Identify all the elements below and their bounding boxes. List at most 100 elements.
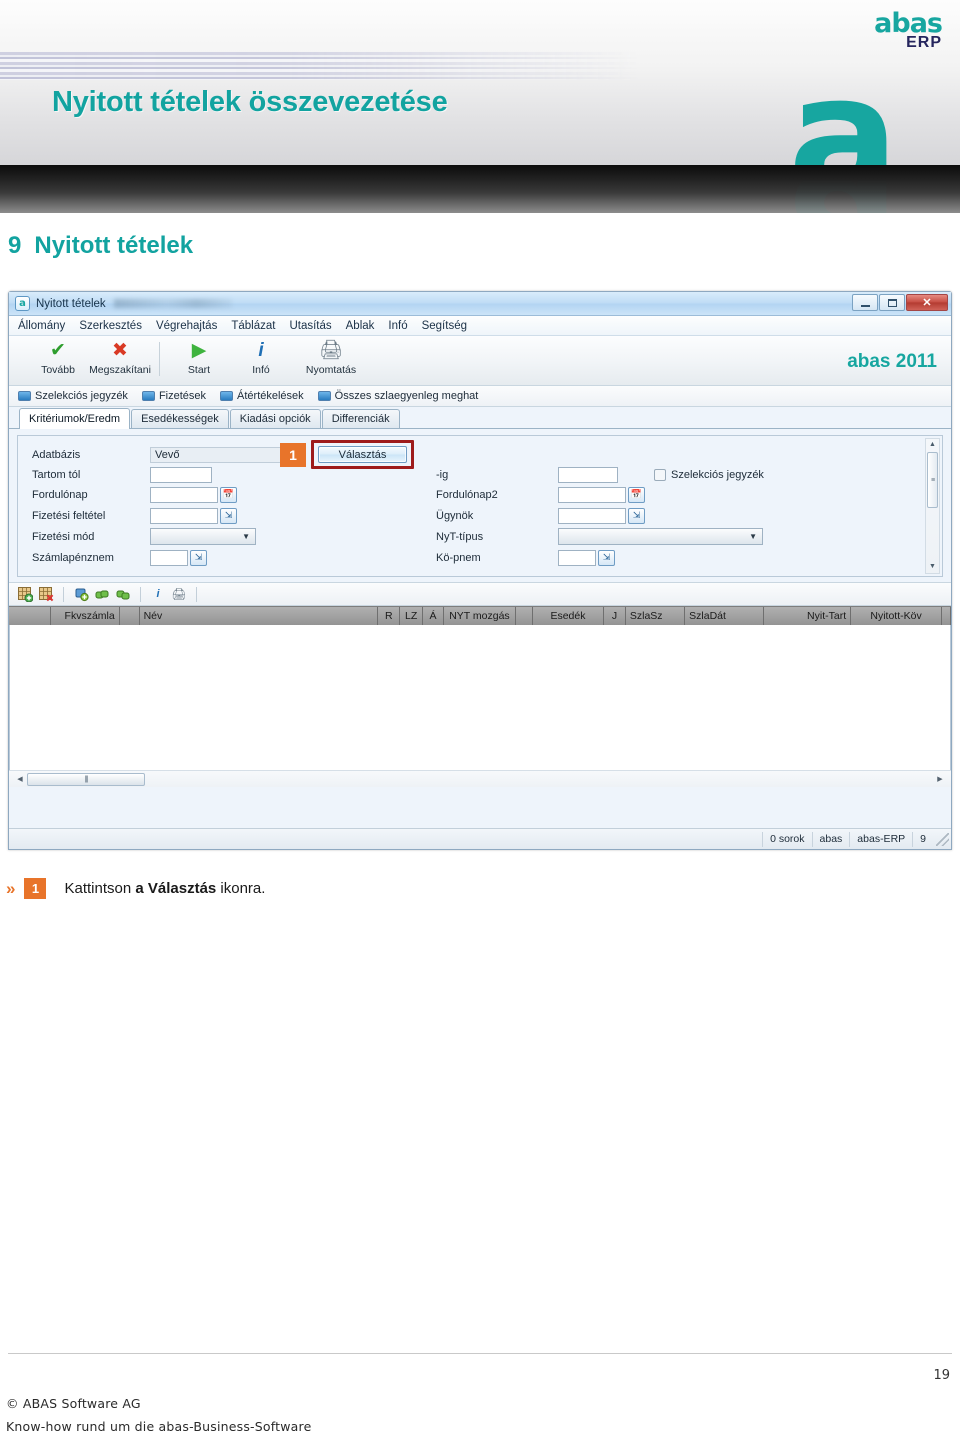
col-header-blank-4[interactable] (942, 607, 951, 625)
table-toolbar-separator-1 (63, 586, 64, 602)
col-header-nev[interactable]: Név (139, 607, 379, 625)
col-header-blank-1[interactable] (9, 607, 51, 625)
page-banner: abas ERP a Nyitott tételek összevezetése… (0, 0, 960, 213)
scroll-thumb[interactable]: ≡ (927, 452, 938, 508)
menu-item-szerkesztes[interactable]: Szerkesztés (79, 320, 142, 332)
close-button[interactable]: ✕ (906, 294, 948, 311)
info-icon[interactable]: i (150, 586, 166, 602)
tab-differenciak[interactable]: Differenciák (321, 409, 400, 428)
resize-grip-icon[interactable] (936, 832, 949, 846)
menu-item-segitseg[interactable]: Segítség (422, 320, 467, 332)
minimize-button[interactable] (852, 294, 878, 311)
window-controls: ✕ (852, 294, 948, 311)
menu-item-allomany[interactable]: Állomány (18, 320, 65, 332)
input-fizetesi-feltetel[interactable] (150, 507, 218, 524)
col-header-blank-3[interactable] (516, 607, 533, 625)
window-statusbar: 0 sorok abas abas-ERP 9 (9, 828, 951, 849)
page-number: 19 (933, 1368, 950, 1383)
menu-item-vegrehajtas[interactable]: Végrehajtás (156, 320, 217, 332)
checkbox-icon-szelekcios-jegyzek-right[interactable] (654, 468, 666, 481)
col-header-esedek[interactable]: Esedék (532, 607, 605, 625)
menu-item-ablak[interactable]: Ablak (346, 320, 375, 332)
col-header-szlasz[interactable]: SzlaSz (625, 607, 686, 625)
valasztas-button[interactable]: Választás (318, 446, 407, 463)
input-fordulonap[interactable] (150, 486, 218, 503)
input-tartom-tol[interactable] (150, 466, 212, 483)
section-title: Nyitott tételek (34, 232, 194, 259)
input-adatbazis[interactable]: Vevő (150, 446, 295, 463)
field-row-ugynok: Ügynök ⇲ (436, 506, 645, 525)
combo-fizetesi-mod[interactable]: ▼ (150, 528, 256, 545)
caption-text-after: ikonra. (216, 880, 266, 897)
section-number: 9 (8, 232, 22, 259)
col-header-r[interactable]: R (378, 607, 401, 625)
label-fordulonap: Fordulónap (32, 488, 88, 501)
toolbar-button-start[interactable]: ▶ Start (168, 339, 230, 376)
hscroll-thumb[interactable]: ||| (27, 772, 145, 786)
check-icon: ✔ (50, 340, 66, 361)
checkbox-icon (141, 391, 155, 401)
toolbar-button-megszakitani[interactable]: ✖ Megszakítani (89, 339, 151, 376)
add-row-icon[interactable] (17, 586, 33, 602)
abas-erp-logo: abas ERP (874, 10, 943, 51)
tab-esedekessegek[interactable]: Esedékességek (131, 409, 229, 428)
checkbox-fizetesek[interactable]: Fizetések (141, 390, 206, 402)
scroll-right-icon[interactable]: ▶ (933, 775, 947, 783)
form-vertical-scrollbar[interactable]: ▲ ≡ ▼ (925, 438, 940, 574)
calendar-icon[interactable]: 📅 (220, 486, 237, 503)
lookup-icon[interactable]: ⇲ (190, 549, 207, 566)
footer-tagline: Know-how rund um die abas-Business-Softw… (6, 1419, 312, 1434)
caption-step-number: 1 (24, 878, 47, 899)
lookup-icon[interactable]: ⇲ (598, 549, 615, 566)
print-icon[interactable]: 🖨 (171, 586, 187, 602)
delete-row-icon[interactable] (38, 586, 54, 602)
field-row-nyt-tipus: NyT-típus ▼ (436, 527, 763, 546)
menu-item-utasitas[interactable]: Utasítás (289, 320, 331, 332)
input-ugynok[interactable] (558, 507, 626, 524)
lookup-icon[interactable]: ⇲ (220, 507, 237, 524)
link-icon[interactable] (94, 586, 110, 602)
col-header-nyit-tart[interactable]: Nyit-Tart (764, 607, 852, 625)
caption-text-bold: a Választás (135, 880, 217, 897)
toolbar-button-tovabb[interactable]: ✔ Tovább (27, 339, 89, 376)
input-szamlapenznem[interactable] (150, 549, 188, 566)
checkbox-osszes-szlaegyenleg[interactable]: Összes szlaegyenleg meghat (317, 390, 478, 402)
scroll-down-icon[interactable]: ▼ (929, 561, 936, 573)
banner-stripes-decoration (0, 52, 640, 80)
col-header-j[interactable]: J (604, 607, 626, 625)
checkbox-szelekcios-jegyzek[interactable]: Szelekciós jegyzék (18, 390, 128, 402)
input-ig[interactable] (558, 466, 618, 483)
input-fordulonap2[interactable] (558, 486, 626, 503)
section-heading: 9 Nyitott tételek (8, 232, 193, 260)
toolbar-button-info[interactable]: i Infó (230, 339, 292, 376)
maximize-button[interactable] (879, 294, 905, 311)
col-header-nyitott-kov[interactable]: Nyitott-Köv (851, 607, 942, 625)
toolbar-button-nyomtatas[interactable]: 🖨 Nyomtatás (292, 339, 370, 376)
scroll-up-icon[interactable]: ▲ (929, 439, 936, 451)
table-horizontal-scrollbar[interactable]: ◀ ||| ▶ (9, 770, 951, 787)
checkbox-atertekelesek[interactable]: Átértékelések (220, 390, 304, 402)
col-header-szladat[interactable]: SzlaDát (685, 607, 765, 625)
col-header-blank-2[interactable] (119, 607, 140, 625)
table-toolbar-separator-3 (196, 586, 197, 602)
menu-item-info[interactable]: Infó (388, 320, 407, 332)
add-record-icon[interactable] (73, 586, 89, 602)
criteria-form-panel: Adatbázis Vevő Tartom tól Fordulónap 📅 F… (17, 435, 943, 577)
lookup-icon[interactable]: ⇲ (628, 507, 645, 524)
results-table-body[interactable] (9, 625, 951, 770)
unlink-icon[interactable] (115, 586, 131, 602)
scroll-left-icon[interactable]: ◀ (13, 775, 27, 783)
col-header-nyt-mozgas[interactable]: NYT mozgás (443, 607, 516, 625)
checkbox-icon (317, 391, 331, 401)
combo-nyt-tipus[interactable]: ▼ (558, 528, 763, 545)
col-header-fkvszamla[interactable]: Fkvszámla (50, 607, 120, 625)
menu-item-tablazat[interactable]: Táblázat (231, 320, 275, 332)
calendar-icon[interactable]: 📅 (628, 486, 645, 503)
input-ko-pnem[interactable] (558, 549, 596, 566)
label-ugynok: Ügynök (436, 509, 474, 522)
col-header-a[interactable]: Á (423, 607, 444, 625)
tab-kiadasi-opciok[interactable]: Kiadási opciók (229, 409, 321, 428)
tab-kriteriumok-eredm[interactable]: Kritériumok/Eredm (19, 408, 131, 429)
toolbar-label-info: Infó (252, 364, 270, 376)
col-header-lz[interactable]: LZ (400, 607, 424, 625)
